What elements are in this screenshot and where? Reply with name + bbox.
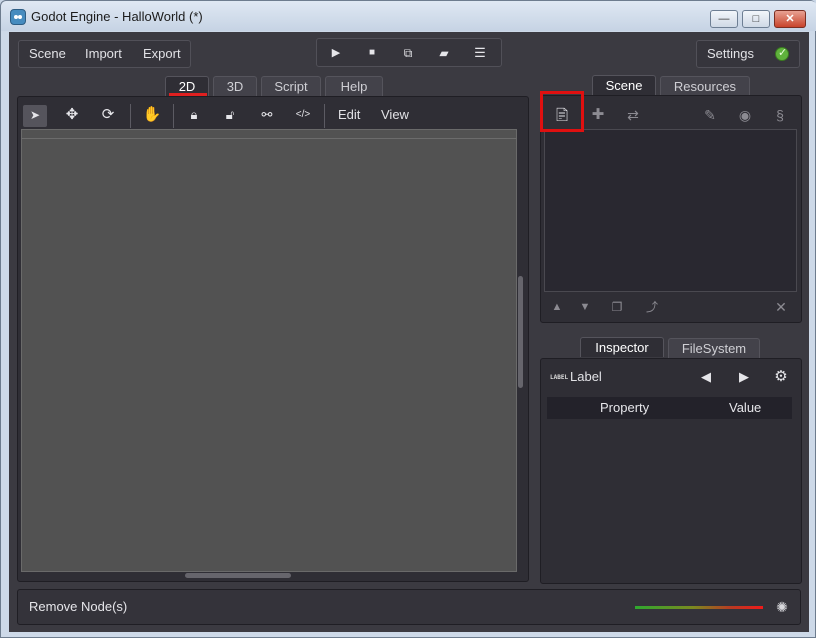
script-icon[interactable]: § [769,105,791,125]
progress-spinner-icon: ✺ [776,599,788,615]
inspected-node-name: Label [570,369,602,384]
edit-menu[interactable]: Edit [338,102,360,128]
play-scene-icon[interactable]: ⧉ [397,43,419,63]
column-property: Property [600,400,650,415]
close-button[interactable]: ✕ [774,10,806,28]
highlight-box [540,91,584,132]
toolbar-separator [130,104,131,128]
settings-button[interactable]: Settings [696,40,800,68]
editor-client: Scene Import Export ▶ ■ ⧉ ▰ ☰ Settings 2… [9,32,809,632]
pan-tool-icon[interactable]: ✋ [141,105,163,125]
toolbar-separator [173,104,174,128]
tab-resources[interactable]: Resources [660,76,750,96]
reparent-icon[interactable]: ⤴ [641,297,663,317]
ungroup-icon[interactable]: </> [291,105,315,125]
unlock-icon[interactable]: 🔓︎ [219,105,241,125]
lock-icon[interactable]: 🔒︎ [183,105,205,125]
viewport-ruler [21,138,517,139]
column-value: Value [729,400,762,415]
move-tool-icon[interactable]: ✥ [61,105,83,125]
list-icon[interactable]: ☰ [469,43,491,63]
2d-viewport[interactable] [21,129,517,572]
tab-3d[interactable]: 3D [213,76,257,96]
minimize-button[interactable]: — [710,10,738,28]
godot-logo-icon [10,9,26,25]
menu-export[interactable]: Export [143,41,181,67]
gear-icon[interactable]: ⚙ [771,367,791,387]
delete-icon[interactable]: ✕ [771,297,791,317]
status-message: Remove Node(s) [29,599,128,614]
title-bar[interactable]: Godot Engine - HalloWorld (*) — □ ✕ [1,1,816,31]
tab-filesystem[interactable]: FileSystem [668,338,760,358]
move-down-icon[interactable]: ▼ [575,297,595,317]
main-menu: Scene Import Export [18,40,191,68]
group-icon[interactable]: ⚯ [255,105,279,125]
scene-tree[interactable] [544,129,797,292]
label-node-icon: LABEL [550,374,569,381]
add-node-icon[interactable]: ✚ [587,105,609,125]
property-table-header: Property Value [547,397,792,419]
toolbar-separator [324,104,325,128]
select-tool-icon[interactable]: ➤ [23,105,47,127]
visibility-icon[interactable]: ◉ [733,105,757,125]
menu-import[interactable]: Import [85,41,122,67]
instance-icon[interactable]: ⇄ [621,105,645,125]
tab-help[interactable]: Help [325,76,383,96]
tab-scene[interactable]: Scene [592,75,656,95]
history-forward-icon[interactable]: ▶ [735,367,753,387]
duplicate-icon[interactable]: ❐ [607,297,627,317]
menu-scene[interactable]: Scene [29,41,66,67]
history-back-icon[interactable]: ◀ [697,367,715,387]
tab-inspector[interactable]: Inspector [580,337,664,357]
maximize-button[interactable]: □ [742,10,770,28]
property-list[interactable] [546,419,794,574]
settings-label: Settings [707,46,754,61]
window-title: Godot Engine - HalloWorld (*) [31,9,203,24]
stop-icon[interactable]: ■ [361,43,383,63]
vertical-scrollbar[interactable] [518,276,523,388]
horizontal-scrollbar[interactable] [185,573,291,578]
status-ok-icon [775,46,789,61]
tab-script[interactable]: Script [261,76,321,96]
view-menu[interactable]: View [381,102,409,128]
play-icon[interactable]: ▶ [325,43,347,63]
folder-open-icon[interactable]: ▰ [433,43,455,63]
rotate-tool-icon[interactable]: ⟳ [97,105,119,125]
app-window: Godot Engine - HalloWorld (*) — □ ✕ Scen… [0,0,816,638]
move-up-icon[interactable]: ▲ [547,297,567,317]
plugin-icon[interactable]: ✎ [699,105,721,125]
activity-meter [635,606,763,609]
playback-toolbar: ▶ ■ ⧉ ▰ ☰ [316,38,502,67]
